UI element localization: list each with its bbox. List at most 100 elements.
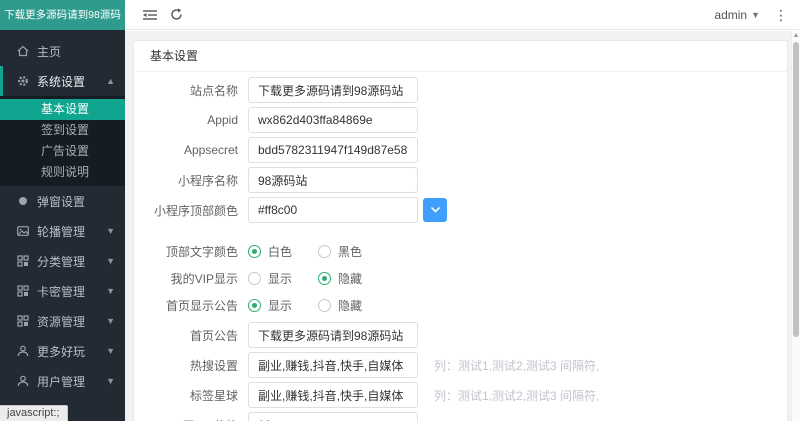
radio-option-6-1[interactable]: 隐藏 (318, 270, 362, 287)
sidebar-item-4[interactable]: 分类管理▼ (0, 246, 125, 276)
refresh-icon[interactable] (163, 2, 189, 28)
field-label: 30天VIP价格 (148, 417, 238, 421)
radio-option-7-0[interactable]: 显示 (248, 297, 292, 314)
form-row-3: 小程序名称 (148, 167, 787, 193)
field-input-8[interactable] (248, 322, 418, 348)
sidebar-item-label: 主页 (37, 43, 61, 60)
field-input-3[interactable] (248, 167, 418, 193)
field-label: 热搜设置 (148, 357, 238, 374)
chevron-down-icon: ▼ (106, 226, 115, 236)
sidebar-subitem-1-1[interactable]: 签到设置 (0, 120, 125, 141)
sidebar-item-label: 系统设置 (37, 73, 85, 90)
field-input-4[interactable] (248, 197, 418, 223)
user-icon (16, 375, 29, 388)
sidebar-item-7[interactable]: 更多好玩 ▼ (0, 336, 125, 366)
form-row-8: 首页公告 (148, 322, 787, 348)
sidebar-item-8[interactable]: 用户管理▼ (0, 366, 125, 396)
sidebar-item-label: 轮播管理 (37, 223, 85, 240)
sidebar-item-5[interactable]: 卡密管理▼ (0, 276, 125, 306)
field-label: Appsecret (148, 143, 238, 157)
radio-option-7-1[interactable]: 隐藏 (318, 297, 362, 314)
form-row-5: 顶部文字颜色 白色 黑色 (148, 241, 787, 261)
form-row-2: Appsecret (148, 137, 787, 163)
form-row-6: 我的VIP显示 显示 隐藏 (148, 268, 787, 288)
radio-label: 隐藏 (338, 297, 362, 314)
status-bar-link-preview: javascript:; (0, 405, 68, 421)
field-label: 顶部文字颜色 (148, 243, 238, 260)
sidebar-subitem-1-2[interactable]: 广告设置 (0, 141, 125, 162)
collapse-menu-icon[interactable] (137, 2, 163, 28)
field-label: 我的VIP显示 (148, 270, 238, 287)
sidebar: 下载更多源码请到98源码 主页系统设置▲基本设置签到设置广告设置规则说明弹窗设置… (0, 0, 125, 421)
card-title: 基本设置 (134, 41, 787, 72)
radio-group: 白色 黑色 (248, 243, 362, 260)
field-label: 站点名称 (148, 82, 238, 99)
sidebar-item-label: 更多好玩 (37, 343, 85, 360)
sidebar-item-1[interactable]: 系统设置 ▲ (0, 66, 125, 96)
sidebar-item-2[interactable]: 弹窗设置 (0, 186, 125, 216)
radio-label: 显示 (268, 297, 292, 314)
field-label: 标签星球 (148, 387, 238, 404)
field-hint: 列：测试1,测试2,测试3 间隔符, (434, 387, 599, 404)
form-row-1: Appid (148, 107, 787, 133)
sidebar-item-6[interactable]: 资源管理▼ (0, 306, 125, 336)
settings-card: 基本设置 站点名称 Appid Appsecret 小程序名称小程序顶部颜色顶部文字颜… (133, 40, 788, 421)
sidebar-subitem-1-0[interactable]: 基本设置 (0, 99, 125, 120)
form-row-4: 小程序顶部颜色 (148, 197, 787, 223)
sidebar-submenu: 基本设置签到设置广告设置规则说明 (0, 96, 125, 186)
gear-icon (16, 75, 29, 88)
home-icon (16, 45, 29, 58)
radio-circle-icon (248, 299, 261, 312)
chevron-down-icon: ▼ (106, 316, 115, 326)
more-options-icon[interactable]: ⋮ (774, 8, 788, 22)
circle-icon (16, 195, 29, 208)
form-row-11: 30天VIP价格 (148, 412, 787, 421)
radio-label: 显示 (268, 270, 292, 287)
chevron-down-icon: ▼ (106, 256, 115, 266)
radio-option-6-0[interactable]: 显示 (248, 270, 292, 287)
radio-circle-icon (318, 245, 331, 258)
sidebar-subitem-1-3[interactable]: 规则说明 (0, 162, 125, 183)
field-hint: 列：测试1,测试2,测试3 间隔符, (434, 357, 599, 374)
chevron-up-icon: ▲ (106, 76, 115, 86)
radio-option-5-0[interactable]: 白色 (248, 243, 292, 260)
sidebar-item-3[interactable]: 轮播管理 ▼ (0, 216, 125, 246)
user-name: admin (714, 8, 747, 22)
user-icon (16, 345, 29, 358)
field-input-1[interactable] (248, 107, 418, 133)
grid-icon (16, 285, 29, 298)
scrollbar-thumb[interactable] (793, 42, 799, 337)
chevron-down-icon: ▼ (106, 376, 115, 386)
field-input-0[interactable] (248, 77, 418, 103)
scroll-up-icon[interactable]: ▲ (792, 31, 800, 41)
sidebar-item-label: 弹窗设置 (37, 193, 85, 210)
image-icon (16, 225, 29, 238)
vertical-scrollbar[interactable]: ▲ (791, 31, 800, 421)
field-input-2[interactable] (248, 137, 418, 163)
field-input-10[interactable] (248, 382, 418, 408)
radio-group: 显示 隐藏 (248, 297, 362, 314)
radio-label: 黑色 (338, 243, 362, 260)
sidebar-item-label: 卡密管理 (37, 283, 85, 300)
topbar: admin ▼ ⋮ (125, 0, 800, 30)
grid-icon (16, 255, 29, 268)
field-label: 首页显示公告 (148, 297, 238, 314)
radio-option-5-1[interactable]: 黑色 (318, 243, 362, 260)
sidebar-menu: 主页系统设置▲基本设置签到设置广告设置规则说明弹窗设置轮播管理▼分类管理▼卡密管… (0, 30, 125, 396)
form-row-7: 首页显示公告 显示 隐藏 (148, 295, 787, 315)
grid-icon (16, 315, 29, 328)
field-input-11[interactable] (248, 412, 418, 421)
chevron-down-icon: ▼ (106, 346, 115, 356)
field-label: 小程序名称 (148, 172, 238, 189)
user-menu[interactable]: admin ▼ (714, 8, 760, 22)
field-label: 首页公告 (148, 327, 238, 344)
radio-group: 显示 隐藏 (248, 270, 362, 287)
radio-label: 白色 (268, 243, 292, 260)
settings-form: 站点名称 Appid Appsecret 小程序名称小程序顶部颜色顶部文字颜色 白色 黑色… (134, 72, 787, 421)
radio-circle-icon (318, 272, 331, 285)
color-picker-dropdown-button[interactable] (423, 198, 447, 222)
field-input-9[interactable] (248, 352, 418, 378)
main-content: 基本设置 站点名称 Appid Appsecret 小程序名称小程序顶部颜色顶部文字颜… (125, 31, 800, 421)
sidebar-item-0[interactable]: 主页 (0, 36, 125, 66)
field-label: Appid (148, 113, 238, 127)
